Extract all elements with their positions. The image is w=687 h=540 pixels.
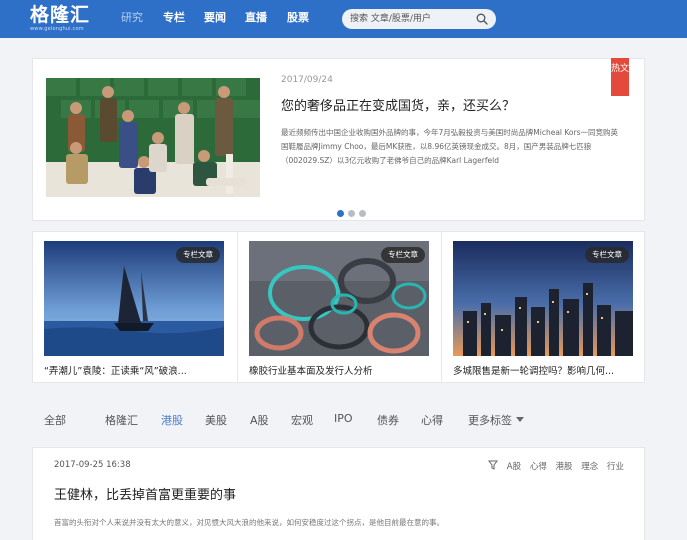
article-title[interactable]: “弄潮儿”袁陵：正读乘“风”破浪... — [44, 363, 224, 377]
site-logo[interactable]: 格隆汇 www.gelonghui.com — [30, 4, 90, 33]
search-icon[interactable] — [476, 13, 488, 25]
tag-bonds[interactable]: 债券 — [377, 412, 399, 428]
hot-badge: 热文 — [611, 58, 629, 96]
feed-date: 2017-09-25 16:38 — [54, 460, 131, 470]
feed-tags: A股 心得 港股 理念 行业 — [488, 460, 624, 472]
tag-a-shares[interactable]: A股 — [250, 412, 269, 428]
feed-article[interactable]: 2017-09-25 16:38 A股 心得 港股 理念 行业 王健林，比丢掉首… — [32, 447, 645, 540]
article-card[interactable]: 专栏文章 橡胶行业基本面及发行人分析 — [237, 232, 441, 382]
nav-item-column[interactable]: 专栏 — [163, 11, 185, 25]
search-input[interactable] — [350, 12, 468, 26]
tag-all[interactable]: 全部 — [44, 412, 66, 428]
tag-us-stocks[interactable]: 美股 — [205, 412, 227, 428]
feed-tag[interactable]: 理念 — [581, 462, 598, 472]
nav-item-live[interactable]: 直播 — [245, 11, 267, 25]
tag-ipo[interactable]: IPO — [334, 412, 353, 425]
column-article-row: 专栏文章 “弄潮儿”袁陵：正读乘“风”破浪... 专栏文章 橡胶行业基本面及发行… — [32, 231, 645, 383]
card-tag: 专栏文章 — [176, 247, 220, 263]
article-title[interactable]: 橡胶行业基本面及发行人分析 — [249, 363, 429, 377]
featured-image[interactable] — [46, 78, 260, 197]
article-thumbnail[interactable]: 专栏文章 — [44, 241, 224, 356]
article-thumbnail[interactable]: 专栏文章 — [249, 241, 429, 356]
featured-title[interactable]: 您的奢侈品正在变成国货，亲，还买么？ — [281, 95, 515, 114]
top-nav: 格隆汇 www.gelonghui.com 研究 专栏 要闻 直播 股票 — [0, 0, 687, 38]
article-thumbnail[interactable]: 专栏文章 — [453, 241, 633, 356]
feed-tag[interactable]: 行业 — [607, 462, 624, 472]
featured-article[interactable]: 2017/09/24 您的奢侈品正在变成国货，亲，还买么？ 最近频频传出中国企业… — [32, 58, 645, 221]
logo-text: 格隆汇 — [30, 4, 91, 26]
nav-item-stocks[interactable]: 股票 — [287, 11, 309, 25]
article-card[interactable]: 专栏文章 多城限售是新一轮调控吗？影响几何... — [441, 232, 645, 382]
filter-icon — [488, 460, 499, 470]
logo-domain: www.gelonghui.com — [30, 26, 84, 32]
feed-summary: 首富的头衔对个人来说并没有太大的意义，对见惯大风大浪的他来说，如何安稳度过这个拐… — [54, 518, 444, 527]
carousel-dot[interactable] — [337, 210, 344, 217]
featured-date: 2017/09/24 — [281, 75, 333, 85]
article-card[interactable]: 专栏文章 “弄潮儿”袁陵：正读乘“风”破浪... — [33, 232, 237, 382]
carousel-dot[interactable] — [348, 210, 355, 217]
feed-tag[interactable]: 港股 — [556, 462, 573, 472]
feed-title[interactable]: 王健林，比丢掉首富更重要的事 — [54, 484, 236, 503]
tag-hk-stocks[interactable]: 港股 — [161, 412, 183, 428]
carousel-dots — [337, 202, 370, 217]
tag-gelonghui[interactable]: 格隆汇 — [105, 412, 138, 428]
search-box — [342, 9, 496, 29]
tag-macro[interactable]: 宏观 — [291, 412, 313, 428]
featured-summary: 最近频频传出中国企业收购国外品牌的事，今年7月弘毅投资与美国时尚品牌Michea… — [281, 128, 619, 165]
feed-tag[interactable]: 心得 — [530, 462, 547, 472]
card-tag: 专栏文章 — [585, 247, 629, 263]
card-tag: 专栏文章 — [381, 247, 425, 263]
article-title[interactable]: 多城限售是新一轮调控吗？影响几何... — [453, 363, 633, 377]
tag-more-dropdown[interactable]: 更多标签 — [468, 412, 524, 428]
tag-more-label: 更多标签 — [468, 414, 512, 427]
chevron-down-icon — [516, 417, 524, 422]
carousel-dot[interactable] — [359, 210, 366, 217]
nav-item-research[interactable]: 研究 — [121, 11, 143, 25]
feed-tag[interactable]: A股 — [507, 462, 521, 472]
nav-item-news[interactable]: 要闻 — [204, 11, 226, 25]
tag-insights[interactable]: 心得 — [421, 412, 443, 428]
